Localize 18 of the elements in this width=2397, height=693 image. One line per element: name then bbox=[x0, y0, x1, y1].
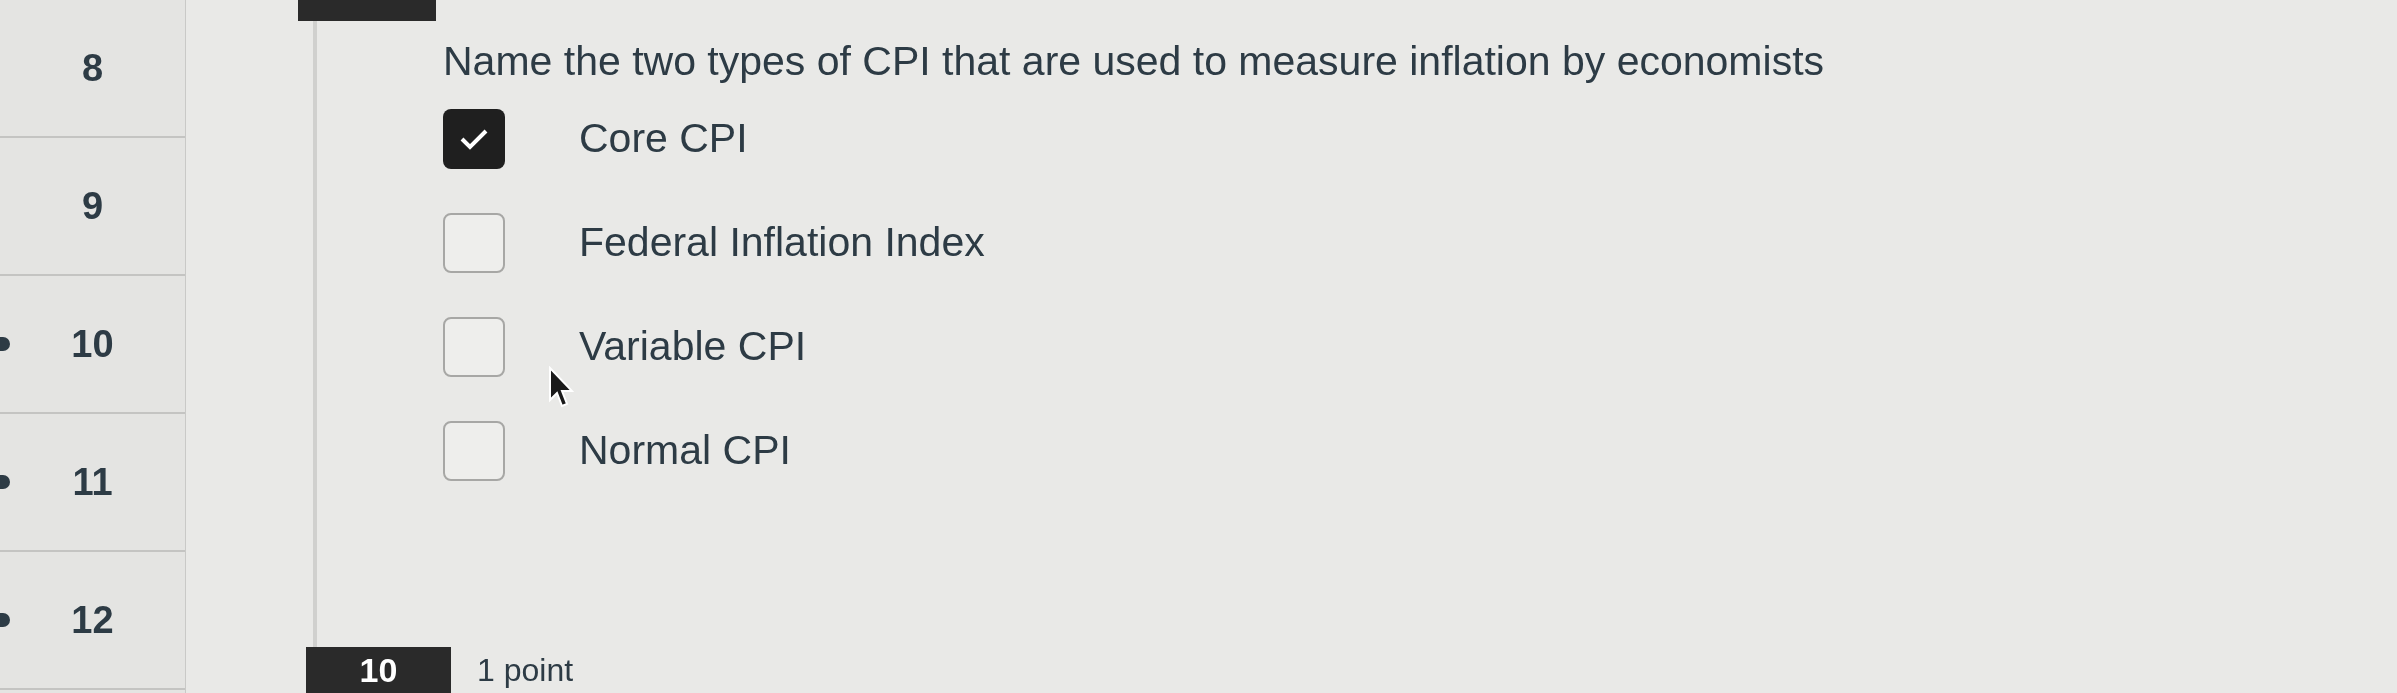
points-label: 1 point bbox=[477, 651, 574, 690]
checkmark-icon bbox=[459, 127, 489, 151]
checkbox[interactable] bbox=[443, 109, 505, 169]
question-link[interactable]: 8 bbox=[0, 0, 185, 138]
checkbox[interactable] bbox=[443, 421, 505, 481]
question-link[interactable]: 9 bbox=[0, 138, 185, 276]
option-label[interactable]: Normal CPI bbox=[579, 420, 791, 482]
question-text: Name the two types of CPI that are used to measure inflation by economists bbox=[443, 37, 1826, 86]
checkbox[interactable] bbox=[443, 213, 505, 273]
question-link[interactable]: 11 bbox=[0, 414, 185, 552]
question-number: 10 bbox=[306, 647, 451, 693]
option-label[interactable]: Variable CPI bbox=[579, 316, 807, 378]
question-link[interactable]: 12 bbox=[0, 552, 185, 690]
mouse-cursor-icon bbox=[548, 366, 574, 410]
option-label[interactable]: Federal Inflation Index bbox=[579, 212, 985, 274]
checkbox[interactable] bbox=[443, 317, 505, 377]
option-label[interactable]: Core CPI bbox=[579, 108, 748, 170]
question-link[interactable]: 10 bbox=[0, 276, 185, 414]
